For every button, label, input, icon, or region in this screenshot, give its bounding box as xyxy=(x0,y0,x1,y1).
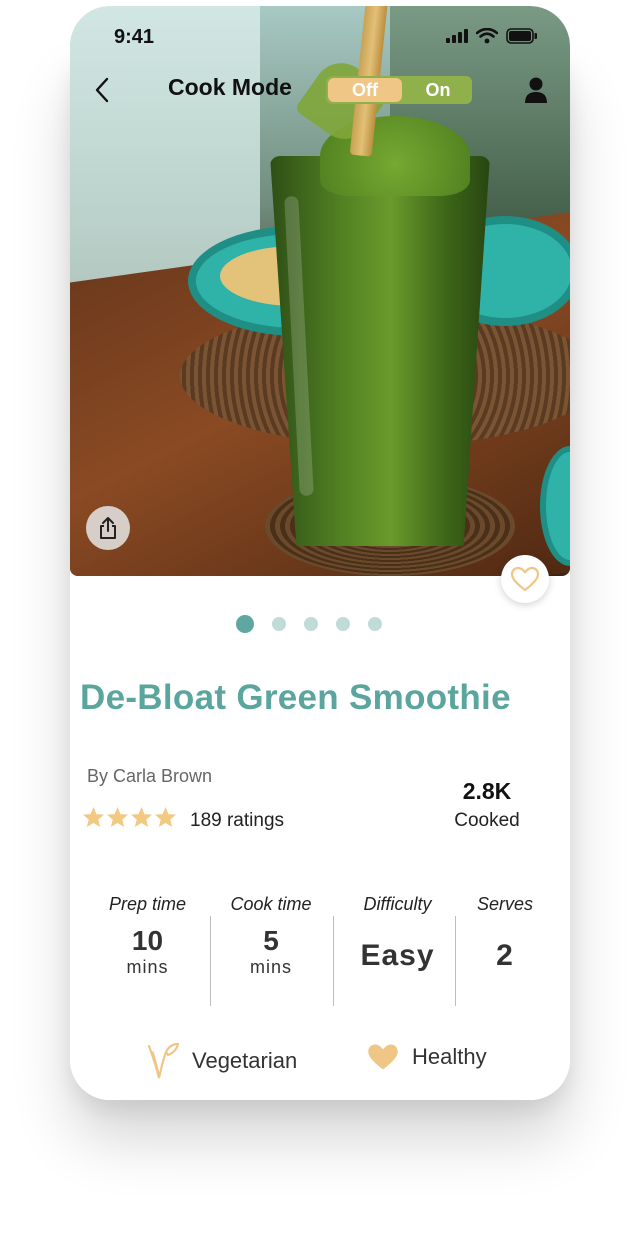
stat-divider xyxy=(455,916,456,1006)
profile-button[interactable] xyxy=(524,76,550,104)
serves-value: 2 xyxy=(496,939,514,972)
tag-healthy[interactable]: Healthy xyxy=(366,1042,487,1072)
star-icon xyxy=(106,806,129,828)
prep-time-unit: mins xyxy=(126,957,169,977)
share-icon xyxy=(100,517,116,539)
tag-vegetarian-label: Vegetarian xyxy=(192,1048,298,1073)
cook-time-label: Cook time xyxy=(230,894,312,914)
carousel-dot-5[interactable] xyxy=(368,617,382,631)
prep-time-label: Prep time xyxy=(108,894,187,914)
carousel-dot-3[interactable] xyxy=(304,617,318,631)
favorite-button[interactable] xyxy=(501,555,549,603)
cook-time-stat: Cook time 5 mins xyxy=(216,894,326,978)
star-icon xyxy=(130,806,153,828)
status-time: 9:41 xyxy=(114,26,155,48)
stat-divider xyxy=(333,916,334,1006)
recipe-title: De-Bloat Green Smoothie xyxy=(80,678,511,717)
star-icon xyxy=(82,806,105,828)
back-button[interactable] xyxy=(88,76,116,104)
recipe-author[interactable]: By Carla Brown xyxy=(87,766,212,787)
carousel-dot-1[interactable] xyxy=(236,615,254,633)
toggle-off-option[interactable]: Off xyxy=(328,78,402,102)
difficulty-stat: Difficulty Easy xyxy=(340,894,455,973)
phone-screen: 9:41 Cook Mode Off On De-Bloat Green Smo… xyxy=(70,6,570,1100)
top-bar: Cook Mode Off On xyxy=(70,68,570,112)
status-bar: 9:41 xyxy=(70,6,570,66)
cook-mode-label: Cook Mode xyxy=(168,74,292,100)
heart-icon xyxy=(368,1044,398,1070)
cellular-signal-icon xyxy=(446,29,468,43)
prep-time-value: 10 xyxy=(131,925,164,956)
cooked-label: Cooked xyxy=(454,810,520,831)
cook-time-value: 5 xyxy=(263,925,279,956)
difficulty-value: Easy xyxy=(360,939,435,972)
user-icon xyxy=(525,77,547,103)
tag-healthy-label: Healthy xyxy=(412,1044,487,1069)
ratings-count[interactable]: 189 ratings xyxy=(190,810,284,832)
difficulty-label: Difficulty xyxy=(363,894,432,914)
toggle-on-option[interactable]: On xyxy=(404,76,472,104)
cook-time-unit: mins xyxy=(249,957,292,977)
stat-divider xyxy=(210,916,211,1006)
diet-tags: Vegetarian Healthy xyxy=(70,1042,570,1082)
cooked-count: 2.8K xyxy=(462,778,512,804)
wifi-icon xyxy=(476,28,498,44)
tag-vegetarian[interactable]: Vegetarian xyxy=(146,1042,297,1080)
cook-mode-toggle[interactable]: Off On xyxy=(326,76,472,104)
prep-time-stat: Prep time 10 mins xyxy=(90,894,205,978)
serves-label: Serves xyxy=(476,894,534,914)
recipe-stats: Prep time 10 mins Cook time 5 mins Diffi… xyxy=(90,894,560,1006)
heart-outline-icon xyxy=(510,566,540,592)
leaf-v-icon xyxy=(147,1042,180,1079)
chevron-left-icon xyxy=(95,77,109,103)
battery-icon xyxy=(506,28,537,44)
carousel-dot-2[interactable] xyxy=(272,617,286,631)
serves-stat: Serves 2 xyxy=(460,894,550,973)
star-icon xyxy=(154,806,177,828)
carousel-pagination xyxy=(236,615,382,633)
carousel-dot-4[interactable] xyxy=(336,617,350,631)
star-rating xyxy=(82,806,177,828)
share-button[interactable] xyxy=(86,506,130,550)
